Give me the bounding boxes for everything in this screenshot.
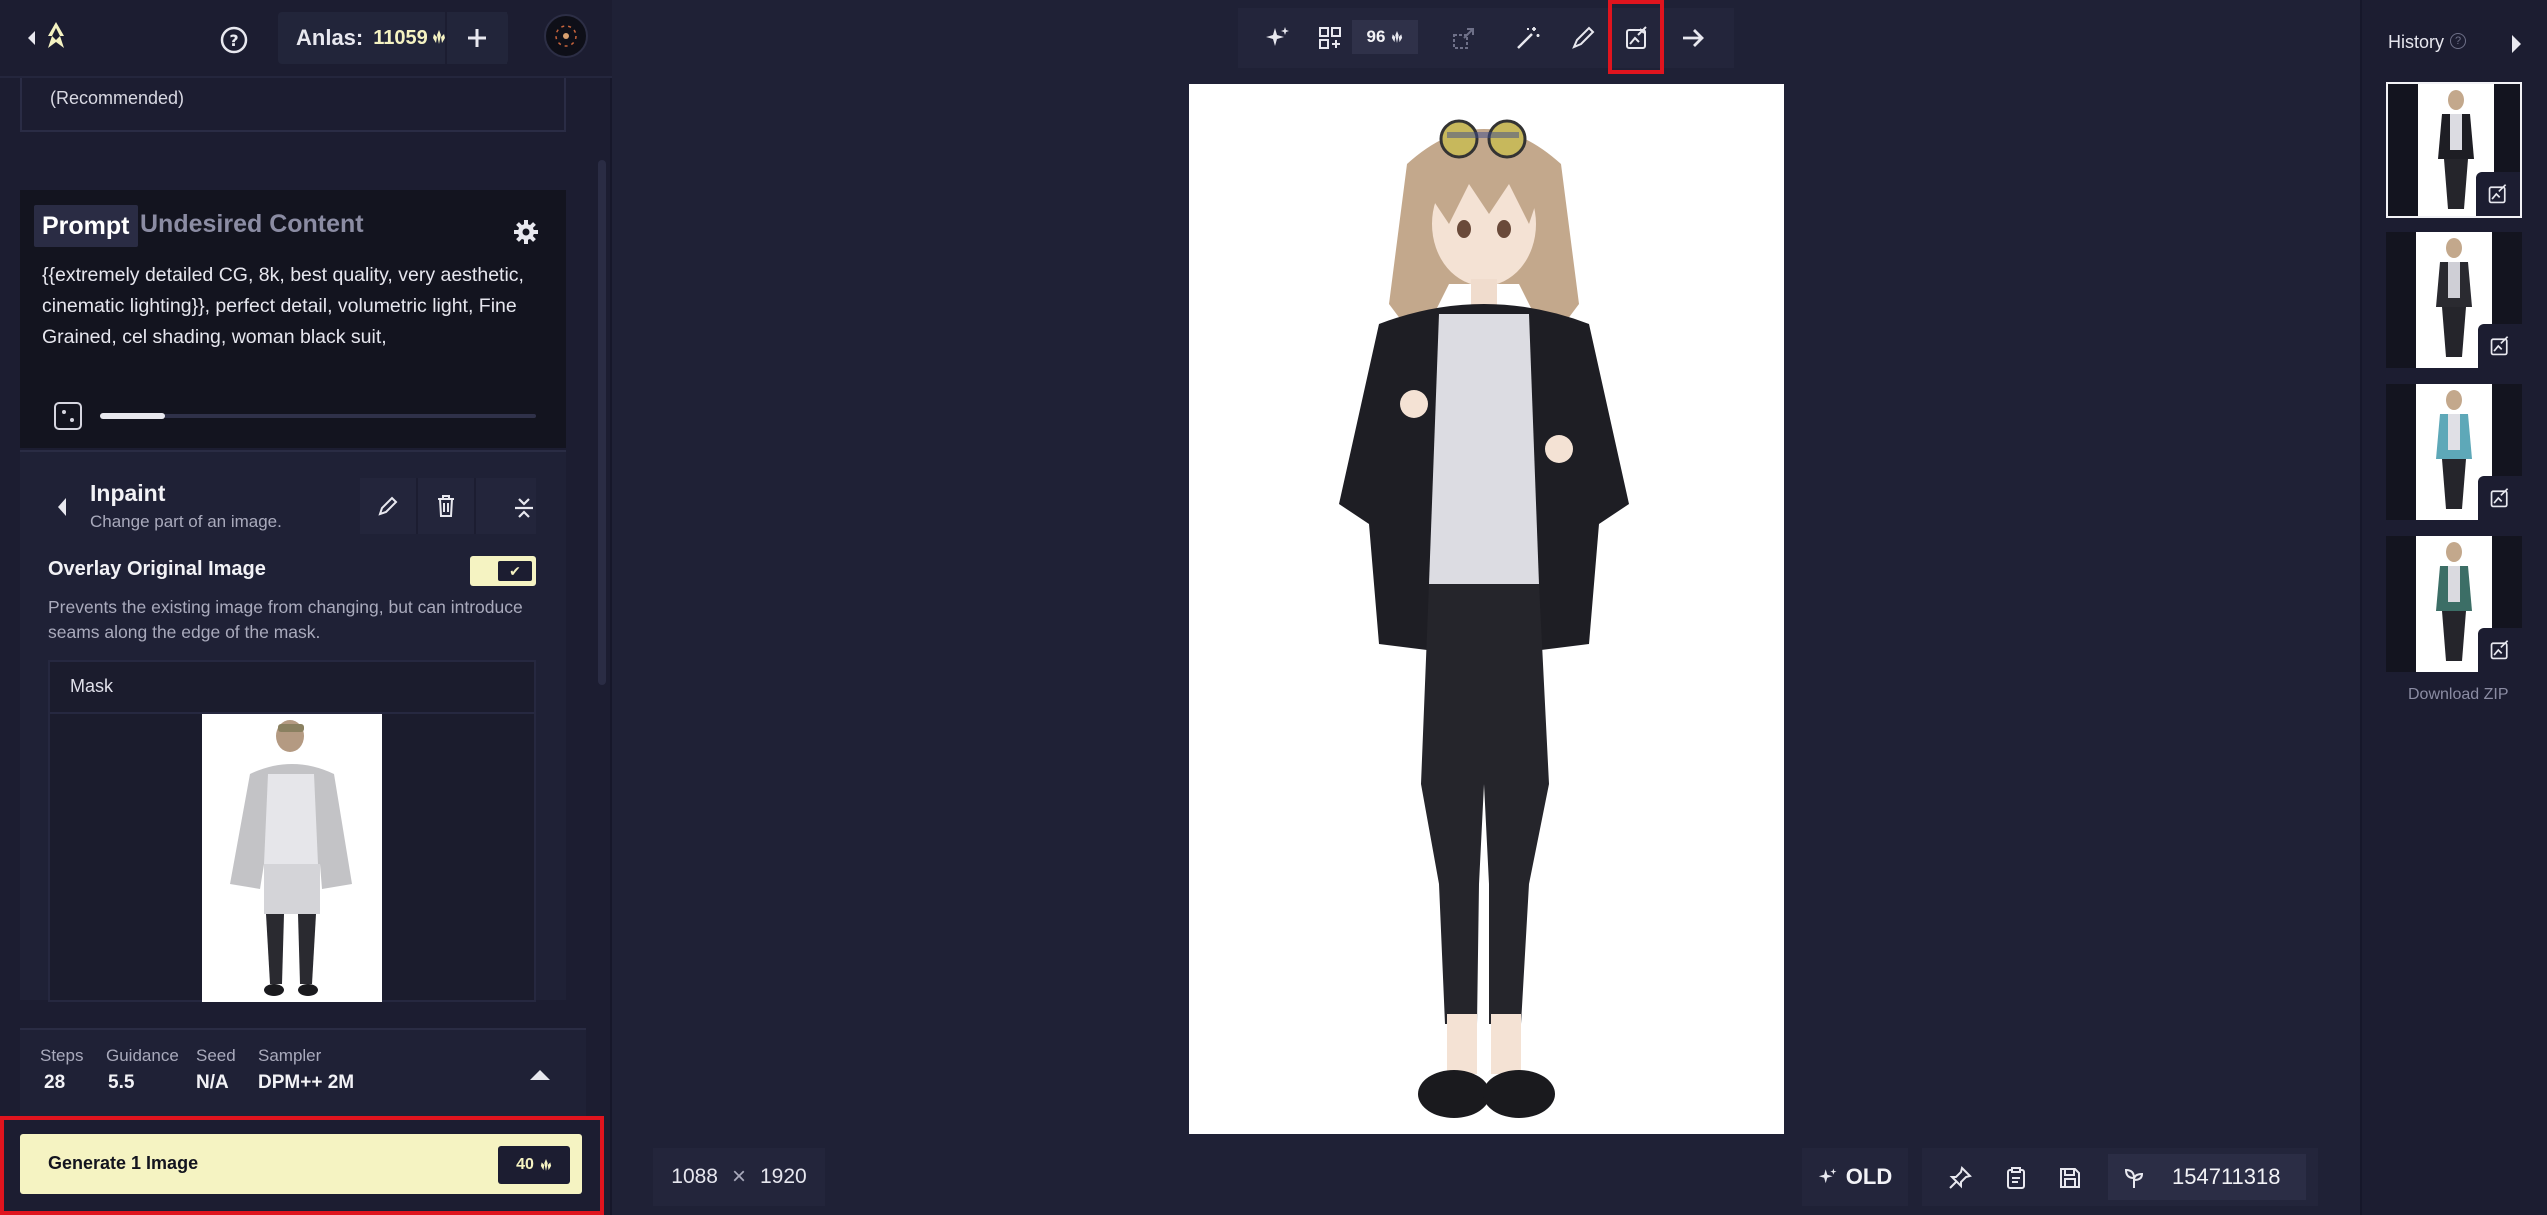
model-recommended-text: (Recommended) — [50, 88, 185, 108]
variations-cost: 96 — [1352, 20, 1418, 54]
help-icon[interactable]: ? — [2450, 33, 2466, 49]
gear-icon[interactable] — [508, 214, 544, 250]
clipboard-icon[interactable] — [2000, 1162, 2032, 1194]
image-height: 1920 — [760, 1165, 807, 1188]
add-anlas-button[interactable] — [445, 12, 507, 64]
old-label: OLD — [1845, 1164, 1893, 1189]
scrollbar[interactable] — [598, 160, 606, 685]
upscale-icon[interactable] — [1444, 18, 1484, 58]
chevron-right-icon[interactable] — [2506, 32, 2526, 56]
chevron-up-icon[interactable] — [526, 1064, 554, 1084]
sampler-label: Sampler — [258, 1046, 322, 1065]
times-icon: × — [731, 1163, 746, 1190]
highlight-box — [1608, 0, 1664, 74]
generated-image[interactable] — [1189, 84, 1784, 1134]
anlas-value: 11059 — [373, 26, 428, 49]
inpaint-description: Change part of an image. — [90, 512, 282, 531]
inpaint-icon — [2478, 476, 2522, 520]
variations-count: 96 — [1366, 27, 1386, 46]
pin-icon[interactable] — [1944, 1162, 1976, 1194]
overlay-original-label: Overlay Original Image — [48, 558, 266, 580]
steps-value: 28 — [44, 1072, 66, 1093]
image-dimensions: 1088 × 1920 — [653, 1148, 825, 1206]
paint-brush-icon[interactable] — [1563, 18, 1603, 58]
seed-icon — [2118, 1162, 2150, 1194]
svg-text:?: ? — [229, 31, 238, 50]
history-thumbnail[interactable] — [2386, 232, 2522, 368]
history-thumbnail[interactable] — [2386, 536, 2522, 672]
download-zip-link[interactable]: Download ZIP — [2408, 686, 2509, 704]
overlay-original-description: Prevents the existing image from changin… — [48, 597, 523, 642]
variations-icon[interactable] — [1310, 18, 1350, 58]
inpaint-icon — [2476, 172, 2520, 216]
save-icon[interactable] — [2054, 1162, 2086, 1194]
tab-prompt[interactable]: Prompt — [34, 205, 138, 247]
chevron-left-icon[interactable] — [50, 494, 74, 520]
guidance-label: Guidance — [106, 1046, 179, 1065]
help-icon[interactable]: ? — [214, 20, 254, 60]
anlas-label: Anlas: — [296, 25, 364, 50]
history-thumbnail[interactable] — [2386, 384, 2522, 520]
prompt-strength-slider[interactable] — [100, 414, 536, 418]
logo-icon[interactable] — [36, 16, 76, 56]
check-icon: ✔ — [498, 561, 532, 581]
prompt-strength-fill — [100, 413, 165, 419]
seed-value: N/A — [196, 1072, 229, 1093]
magic-wand-icon[interactable] — [1508, 18, 1548, 58]
history-title: History — [2388, 32, 2445, 52]
inpaint-title: Inpaint — [90, 480, 166, 506]
mask-image[interactable] — [202, 714, 382, 1002]
mask-label: Mask — [70, 676, 114, 696]
anlas-icon — [1392, 31, 1403, 43]
old-toggle-button[interactable]: OLD — [1802, 1148, 1908, 1206]
seed-field-value: 154711318 — [2172, 1164, 2281, 1189]
anlas-icon — [432, 25, 446, 51]
highlight-box — [0, 1116, 604, 1215]
history-thumbnail[interactable] — [2386, 82, 2522, 218]
prompt-input[interactable]: {{extremely detailed CG, 8k, best qualit… — [42, 260, 542, 353]
arrow-right-icon[interactable] — [1673, 18, 1713, 58]
inpaint-icon — [2478, 324, 2522, 368]
pencil-icon[interactable] — [360, 478, 418, 534]
avatar[interactable] — [544, 14, 588, 58]
steps-label: Steps — [40, 1046, 84, 1065]
sparkle-icon — [1818, 1168, 1837, 1184]
image-width: 1088 — [671, 1165, 718, 1188]
seed-label: Seed — [196, 1046, 236, 1065]
dice-icon[interactable] — [54, 402, 82, 430]
inpaint-icon — [2478, 628, 2522, 672]
sampler-value: DPM++ 2M — [258, 1072, 355, 1093]
tab-undesired-content[interactable]: Undesired Content — [140, 210, 364, 239]
collapse-icon[interactable] — [508, 492, 540, 524]
guidance-value: 5.5 — [108, 1072, 135, 1093]
trash-icon[interactable] — [418, 478, 476, 534]
sparkle-icon[interactable] — [1258, 18, 1298, 58]
